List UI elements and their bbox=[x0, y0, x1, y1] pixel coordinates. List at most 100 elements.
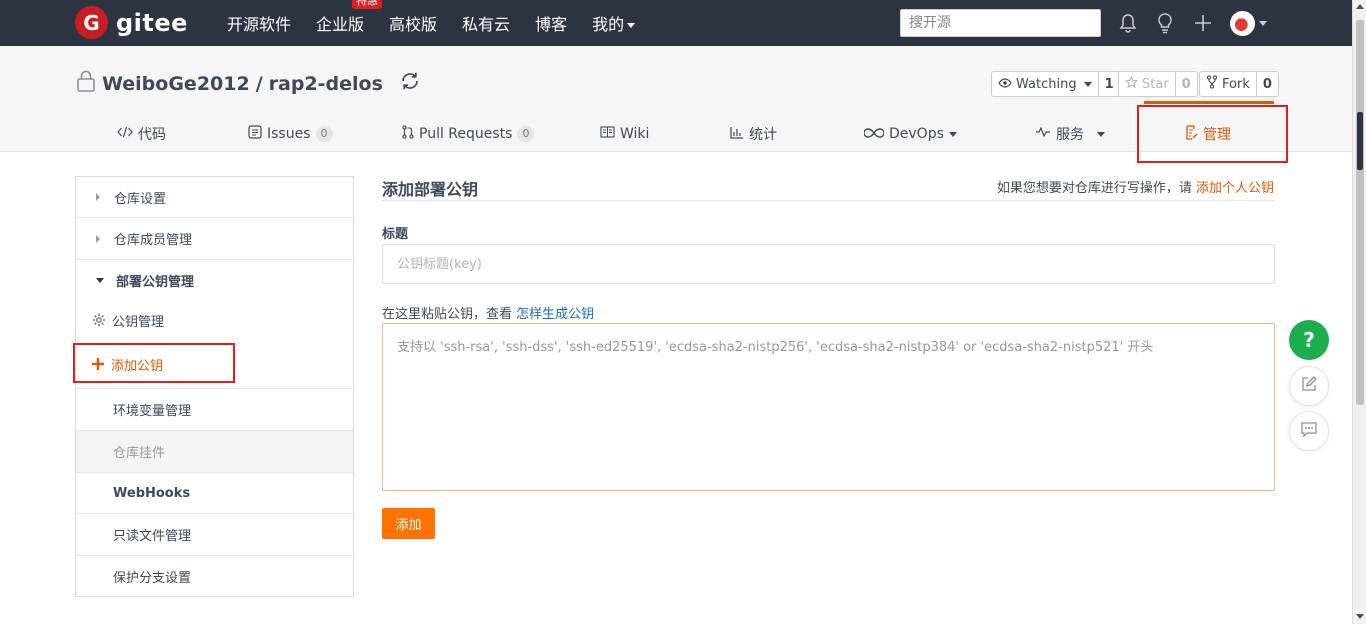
issues-count: 0 bbox=[315, 126, 333, 142]
repo-name-link[interactable]: rap2-delos bbox=[269, 73, 383, 95]
sidebar-item-readonly-files[interactable]: 只读文件管理 bbox=[76, 514, 353, 556]
bar-chart-icon bbox=[730, 126, 744, 143]
star-count[interactable]: 0 bbox=[1174, 72, 1197, 96]
pull-requests-count: 0 bbox=[517, 126, 535, 142]
repo-title: WeiboGe2012 / rap2-delos bbox=[76, 70, 421, 97]
watch-button[interactable]: Watching bbox=[992, 72, 1098, 96]
sidebar-item-label: 公钥管理 bbox=[112, 314, 165, 330]
caret-right-icon bbox=[96, 193, 100, 201]
chevron-down-icon bbox=[627, 23, 636, 28]
logo-text: gitee bbox=[116, 8, 188, 37]
help-button[interactable]: ? bbox=[1289, 320, 1329, 360]
nav-item-label: 开源软件 bbox=[227, 15, 292, 34]
plus-icon[interactable] bbox=[1192, 12, 1214, 34]
gitee-logo[interactable]: G gitee bbox=[75, 6, 188, 39]
tab-issues[interactable]: Issues 0 bbox=[248, 116, 333, 152]
code-icon bbox=[117, 126, 133, 142]
nav-item-label: 博客 bbox=[535, 15, 568, 34]
sidebar-item-add-key[interactable]: 添加公钥 bbox=[76, 340, 353, 389]
caret-down-icon bbox=[96, 277, 104, 283]
logo-icon: G bbox=[75, 6, 108, 39]
sidebar-item-widgets[interactable]: 仓库挂件 bbox=[76, 431, 353, 473]
bell-icon[interactable] bbox=[1117, 12, 1139, 34]
tab-label: Issues bbox=[267, 126, 311, 142]
tab-label: DevOps bbox=[889, 126, 944, 142]
tab-manage[interactable]: 管理 bbox=[1185, 116, 1231, 152]
sidebar-item-repo-settings[interactable]: 仓库设置 bbox=[76, 177, 353, 218]
sidebar-item-deploy-keys[interactable]: 部署公钥管理 bbox=[76, 260, 353, 300]
repo-separator: / bbox=[255, 72, 263, 95]
nav-item-label: 企业版 bbox=[316, 15, 365, 34]
scroll-down-arrow[interactable] bbox=[1356, 614, 1364, 619]
settings-sidebar: 仓库设置 仓库成员管理 部署公钥管理 公钥管理 添加公钥 环境变量管理 仓库挂件… bbox=[75, 176, 354, 597]
watch-button-group: Watching 1 bbox=[991, 71, 1121, 97]
tab-pull-requests[interactable]: Pull Requests 0 bbox=[402, 116, 535, 152]
sidebar-item-label: 部署公钥管理 bbox=[116, 274, 195, 290]
star-button-group: Star 0 bbox=[1118, 71, 1198, 97]
title-label: 标题 bbox=[382, 227, 409, 242]
sidebar-item-members[interactable]: 仓库成员管理 bbox=[76, 218, 353, 260]
sidebar-item-label: WebHooks bbox=[113, 485, 191, 501]
tab-wiki[interactable]: Wiki bbox=[600, 116, 649, 152]
repo-owner-link[interactable]: WeiboGe2012 bbox=[102, 73, 250, 95]
add-personal-key-link[interactable]: 添加个人公钥 bbox=[1196, 181, 1274, 196]
top-navbar: G gitee 开源软件 企业版 特惠 高校版 私有云 博客 我的 bbox=[0, 0, 1352, 46]
nav-item-blog[interactable]: 博客 bbox=[535, 11, 567, 35]
nav-item-private-cloud[interactable]: 私有云 bbox=[462, 11, 510, 35]
nav-item-label: 高校版 bbox=[389, 15, 438, 34]
lightbulb-icon[interactable] bbox=[1154, 12, 1176, 34]
star-button[interactable]: Star bbox=[1119, 72, 1175, 96]
tab-devops[interactable]: DevOps bbox=[863, 116, 957, 152]
key-title-input[interactable] bbox=[382, 244, 1275, 284]
sidebar-item-env-vars[interactable]: 环境变量管理 bbox=[76, 389, 353, 431]
search-input[interactable] bbox=[900, 9, 1101, 37]
chat-button[interactable] bbox=[1289, 411, 1329, 451]
fork-label: Fork bbox=[1222, 76, 1250, 92]
pull-request-icon bbox=[402, 125, 414, 143]
edit-icon bbox=[1300, 375, 1318, 397]
hint-text: 如果您想要对仓库进行写操作，请 bbox=[996, 181, 1192, 196]
sidebar-item-webhooks[interactable]: WebHooks bbox=[76, 473, 353, 514]
tab-label: Wiki bbox=[620, 126, 650, 142]
sync-icon[interactable] bbox=[399, 70, 421, 97]
sidebar-item-key-management[interactable]: 公钥管理 bbox=[76, 300, 353, 340]
fork-button[interactable]: Fork bbox=[1200, 72, 1256, 96]
watch-count[interactable]: 1 bbox=[1097, 72, 1120, 96]
tab-label: 管理 bbox=[1203, 127, 1231, 143]
active-tab-indicator bbox=[1144, 101, 1274, 104]
chevron-down-icon bbox=[948, 131, 957, 137]
feedback-button[interactable] bbox=[1289, 366, 1329, 406]
nav-item-label: 私有云 bbox=[462, 15, 511, 34]
scroll-up-arrow[interactable] bbox=[1356, 4, 1364, 9]
add-key-button[interactable]: 添加 bbox=[382, 508, 435, 539]
tab-statistics[interactable]: 统计 bbox=[730, 116, 777, 152]
nav-item-education[interactable]: 高校版 bbox=[389, 11, 437, 35]
star-control: Star 0 bbox=[1118, 71, 1198, 97]
tab-label: 服务 bbox=[1056, 127, 1084, 143]
repo-tabs: 代码 Issues 0 Pull Requests 0 Wiki 统计 DevO… bbox=[0, 116, 1352, 152]
sidebar-item-branch-protection[interactable]: 保护分支设置 bbox=[76, 556, 353, 596]
sidebar-item-label: 只读文件管理 bbox=[113, 529, 192, 544]
avatar[interactable] bbox=[1230, 11, 1255, 36]
fork-count[interactable]: 0 bbox=[1255, 72, 1278, 96]
nav-item-enterprise[interactable]: 企业版 特惠 bbox=[316, 0, 383, 35]
promo-badge: 特惠 bbox=[352, 0, 383, 9]
chat-icon bbox=[1300, 421, 1318, 441]
issues-icon bbox=[248, 125, 262, 143]
pulse-icon bbox=[1035, 126, 1051, 142]
page-title: 添加部署公钥 bbox=[382, 180, 479, 199]
chevron-down-icon bbox=[1083, 81, 1092, 87]
fork-icon bbox=[1206, 75, 1218, 93]
tab-label: 统计 bbox=[749, 127, 777, 143]
scroll-thumb[interactable] bbox=[1356, 20, 1364, 405]
public-key-textarea[interactable] bbox=[382, 323, 1275, 491]
tab-code[interactable]: 代码 bbox=[117, 116, 166, 152]
how-to-generate-key-link[interactable]: 怎样生成公钥 bbox=[516, 307, 594, 322]
chevron-down-icon[interactable] bbox=[1259, 21, 1267, 26]
tab-services[interactable]: 服务 bbox=[1035, 116, 1105, 152]
sidebar-item-label: 添加公钥 bbox=[111, 358, 164, 374]
infinity-icon bbox=[863, 126, 885, 142]
page-scrollbar[interactable] bbox=[1352, 0, 1366, 624]
nav-item-mine[interactable]: 我的 bbox=[592, 11, 636, 35]
nav-item-open-source[interactable]: 开源软件 bbox=[227, 11, 291, 35]
